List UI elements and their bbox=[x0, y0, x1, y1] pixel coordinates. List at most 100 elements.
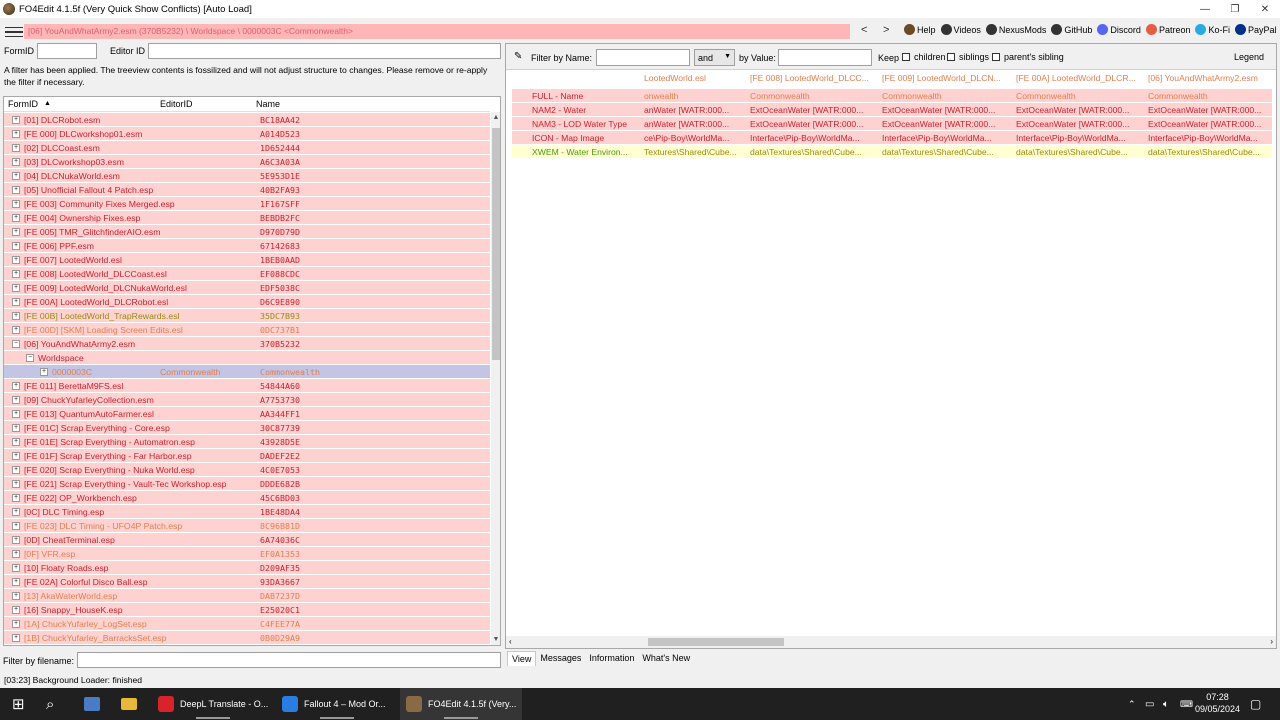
grid-cell[interactable]: data\Textures\Shared\Cube... bbox=[882, 147, 1012, 157]
taskbar-app[interactable]: DeepL Translate - O... bbox=[152, 688, 274, 720]
expand-icon[interactable]: + bbox=[12, 438, 20, 446]
expand-icon[interactable]: + bbox=[12, 564, 20, 572]
column-header-name[interactable]: Name bbox=[256, 99, 280, 109]
tree-row[interactable]: − [06] YouAndWhatArmy2.esm 370B5232 bbox=[4, 337, 490, 351]
expand-icon[interactable]: + bbox=[12, 284, 20, 292]
expand-icon[interactable]: + bbox=[12, 508, 20, 516]
scroll-down-icon[interactable]: ▼ bbox=[491, 636, 500, 643]
expand-icon[interactable]: + bbox=[12, 116, 20, 124]
expand-icon[interactable]: + bbox=[12, 396, 20, 404]
filter-name-input[interactable] bbox=[596, 49, 690, 66]
tree-row[interactable]: + [FE 013] QuantumAutoFarmer.esl AA344FF1 bbox=[4, 407, 490, 421]
expand-icon[interactable]: + bbox=[12, 326, 20, 334]
grid-cell[interactable]: ce\Pip-Boy\WorldMa... bbox=[644, 133, 744, 143]
volume-icon[interactable]: 🔈︎ bbox=[1163, 688, 1169, 720]
file-explorer-icon[interactable] bbox=[121, 688, 137, 720]
grid-cell[interactable]: ExtOceanWater [WATR:000... bbox=[750, 105, 878, 115]
expand-icon[interactable]: + bbox=[12, 480, 20, 488]
tree-row[interactable]: + [01] DLCRobot.esm BC18AA42 bbox=[4, 113, 490, 127]
conflict-grid[interactable]: LootedWorld.esl [FE 008] LootedWorld_DLCC… bbox=[506, 70, 1276, 636]
toplink-help[interactable]: Help bbox=[904, 24, 936, 35]
tree-row[interactable]: + [FE 004] Ownership Fixes.esp BEBDB2FC bbox=[4, 211, 490, 225]
tree-row[interactable]: + [0D] CheatTerminal.esp 6A74036C bbox=[4, 533, 490, 547]
tab-whats-new[interactable]: What's New bbox=[638, 651, 694, 666]
tree-row[interactable]: +0000003C Commonwealth Commonwealth bbox=[4, 365, 490, 379]
grid-column-header[interactable]: [FE 009] LootedWorld_DLCN... bbox=[882, 73, 1012, 87]
tree-row[interactable]: + [FE 00B] LootedWorld_TrapRewards.esl 35D… bbox=[4, 309, 490, 323]
toplink-videos[interactable]: Videos bbox=[940, 24, 981, 35]
grid-cell[interactable]: Commonwealth bbox=[1016, 91, 1144, 101]
tree-row[interactable]: + [1A] ChuckYufarley_LogSet.esp C4FEE77A bbox=[4, 617, 490, 631]
tree-row[interactable]: + [09] ChuckYufarleyCollection.esm A775373… bbox=[4, 393, 490, 407]
tree-row[interactable]: + [FE 006] PPF.esm 67142683 bbox=[4, 239, 490, 253]
expand-icon[interactable]: + bbox=[12, 228, 20, 236]
grid-cell[interactable]: data\Textures\Shared\Cube... bbox=[750, 147, 878, 157]
expand-icon[interactable]: + bbox=[12, 172, 20, 180]
grid-cell[interactable]: Commonwealth bbox=[1148, 91, 1274, 101]
tree-row[interactable]: + [FE 00D] [SKM] Loading Screen Edits.esl… bbox=[4, 323, 490, 337]
tree-row[interactable]: + [05] Unofficial Fallout 4 Patch.esp 40B2… bbox=[4, 183, 490, 197]
expand-icon[interactable]: + bbox=[12, 130, 20, 138]
grid-cell[interactable]: ExtOceanWater [WATR:000... bbox=[882, 105, 1012, 115]
grid-cell[interactable]: Textures\Shared\Cube... bbox=[644, 147, 744, 157]
grid-hscrollbar[interactable]: ‹ › bbox=[506, 636, 1276, 648]
grid-scroll-thumb[interactable] bbox=[648, 638, 784, 646]
menu-icon[interactable] bbox=[5, 25, 23, 39]
search-icon[interactable]: ⌕ bbox=[46, 688, 54, 720]
expand-icon[interactable]: + bbox=[40, 368, 48, 376]
grid-cell[interactable]: Interface\Pip-Boy\WorldMa... bbox=[882, 133, 1012, 143]
tree-row[interactable]: + [0F] VFR.esp EF0A1353 bbox=[4, 547, 490, 561]
tree-scroll-thumb[interactable] bbox=[492, 128, 500, 360]
toplink-nexusmods[interactable]: NexusMods bbox=[985, 24, 1046, 35]
toplink-patreon[interactable]: Patreon bbox=[1145, 24, 1190, 35]
grid-cell[interactable]: Commonwealth bbox=[882, 91, 1012, 101]
tree-row[interactable]: + [16] Snappy_HouseK.esp E25020C1 bbox=[4, 603, 490, 617]
grid-row[interactable]: NAM2 - Water anWater [WATR:000... ExtOcean… bbox=[512, 103, 1272, 117]
expand-icon[interactable]: + bbox=[12, 410, 20, 418]
grid-cell[interactable]: ExtOceanWater [WATR:000... bbox=[1016, 105, 1144, 115]
maximize-button[interactable]: ❐ bbox=[1220, 0, 1250, 18]
expand-icon[interactable]: + bbox=[12, 522, 20, 530]
tree-row[interactable]: + [FE 020] Scrap Everything - Nuka World.… bbox=[4, 463, 490, 477]
toplink-paypal[interactable]: PayPal bbox=[1234, 24, 1277, 35]
toplink-github[interactable]: GitHub bbox=[1051, 24, 1092, 35]
grid-row[interactable]: NAM3 - LOD Water Type anWater [WATR:000..… bbox=[512, 117, 1272, 131]
formid-input[interactable] bbox=[37, 43, 97, 59]
tree-row[interactable]: + [FE 008] LootedWorld_DLCCoast.esl EF088C… bbox=[4, 267, 490, 281]
grid-column-header[interactable]: [FE 008] LootedWorld_DLCC... bbox=[750, 73, 878, 87]
column-header-editorid[interactable]: EditorID bbox=[160, 99, 193, 109]
expand-icon[interactable]: + bbox=[12, 312, 20, 320]
grid-cell[interactable]: anWater [WATR:000... bbox=[644, 119, 744, 129]
tree-row[interactable]: − Worldspace bbox=[4, 351, 490, 365]
tree-row[interactable]: + [FE 021] Scrap Everything - Vault-Tec W… bbox=[4, 477, 490, 491]
grid-row[interactable]: ICON - Map Image ce\Pip-Boy\WorldMa... Int… bbox=[512, 131, 1272, 145]
grid-cell[interactable]: Interface\Pip-Boy\WorldMa... bbox=[1148, 133, 1274, 143]
toplink-discord[interactable]: Discord bbox=[1097, 24, 1141, 35]
tree-row[interactable]: + [02] DLCCoast.esm 1D652444 bbox=[4, 141, 490, 155]
parents-sibling-checkbox[interactable] bbox=[992, 53, 1000, 61]
tree-row[interactable]: + [FE 01C] Scrap Everything - Core.esp 30C… bbox=[4, 421, 490, 435]
expand-icon[interactable]: + bbox=[12, 256, 20, 264]
taskbar-app[interactable]: FO4Edit 4.1.5f (Very... bbox=[400, 688, 522, 720]
expand-icon[interactable]: + bbox=[12, 536, 20, 544]
grid-cell[interactable]: ExtOceanWater [WATR:000... bbox=[750, 119, 878, 129]
expand-icon[interactable]: + bbox=[12, 200, 20, 208]
tree-row[interactable]: + [FE 01E] Scrap Everything - Automatron.… bbox=[4, 435, 490, 449]
expand-icon[interactable]: + bbox=[12, 158, 20, 166]
legend-button[interactable]: Legend bbox=[1234, 52, 1264, 62]
siblings-checkbox[interactable] bbox=[947, 53, 955, 61]
expand-icon[interactable]: + bbox=[12, 550, 20, 558]
network-icon[interactable]: ▭ bbox=[1145, 688, 1154, 720]
column-header-formid[interactable]: FormID bbox=[8, 99, 38, 109]
tree-row[interactable]: + [04] DLCNukaWorld.esm 5E953D1E bbox=[4, 169, 490, 183]
grid-column-header[interactable]: LootedWorld.esl bbox=[644, 73, 744, 87]
language-icon[interactable]: ⌨ bbox=[1180, 688, 1193, 720]
expand-icon[interactable]: + bbox=[12, 242, 20, 250]
record-tree[interactable]: FormID ▲ EditorID Name + [01] DLCRobot.es… bbox=[3, 96, 501, 646]
grid-cell[interactable]: anWater [WATR:000... bbox=[644, 105, 744, 115]
tree-row[interactable]: + [0C] DLC Timing.esp 1BE48DA4 bbox=[4, 505, 490, 519]
expand-icon[interactable]: + bbox=[12, 214, 20, 222]
grid-cell[interactable]: ExtOceanWater [WATR:000... bbox=[882, 119, 1012, 129]
expand-icon[interactable]: + bbox=[12, 494, 20, 502]
tree-row[interactable]: + [FE 022] OP_Workbench.esp 45C6BD03 bbox=[4, 491, 490, 505]
